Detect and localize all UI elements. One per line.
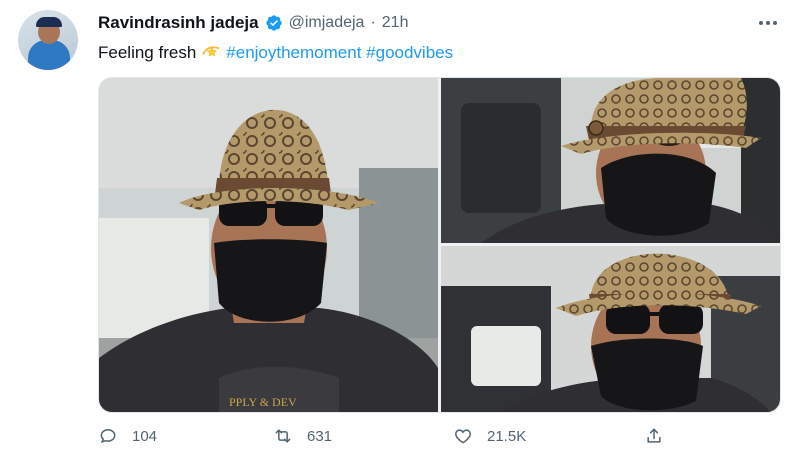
tweet-text-prefix: Feeling fresh (98, 43, 197, 62)
hashtag-enjoythemoment[interactable]: #enjoythemoment (226, 43, 361, 62)
reply-icon (100, 428, 116, 444)
share-icon (647, 428, 661, 443)
more-options-icon[interactable] (756, 12, 780, 34)
photo-2[interactable] (441, 78, 780, 243)
author-avatar[interactable] (18, 10, 78, 70)
more-dot (759, 21, 763, 25)
photo-3-image (441, 246, 780, 412)
like-button[interactable]: 21.5K (453, 426, 526, 446)
verified-badge-icon (265, 15, 282, 31)
retweet-icon (275, 429, 291, 443)
more-dot (773, 21, 777, 25)
avatar-cap (36, 17, 62, 27)
dizzy-emoji-icon (202, 46, 220, 57)
tweet-actions: 104 631 21.5K (98, 426, 698, 450)
author-handle[interactable]: @imjadeja (289, 14, 365, 32)
retweet-button[interactable]: 631 (273, 426, 332, 446)
like-count: 21.5K (487, 427, 527, 445)
svg-text:PPLY & DEV: PPLY & DEV (229, 395, 297, 409)
reply-button[interactable]: 104 (98, 426, 157, 446)
separator-dot: · (370, 14, 376, 31)
hashtag-goodvibes[interactable]: #goodvibes (366, 43, 453, 62)
reply-count: 104 (132, 427, 158, 445)
heart-icon (455, 429, 471, 444)
tweet-header: Ravindrasinh jadeja @imjadeja · 21h (98, 13, 408, 33)
tweet-text: Feeling fresh #enjoythemoment #goodvibes (98, 42, 453, 64)
photo-1-image: PPLY & DEV (99, 78, 438, 412)
photo-2-image (441, 78, 780, 243)
photo-3[interactable] (441, 246, 780, 412)
more-dot (766, 21, 770, 25)
avatar-jersey (28, 40, 70, 70)
tweet-timestamp[interactable]: 21h (382, 14, 409, 32)
share-button[interactable] (644, 426, 664, 446)
media-grid: PPLY & DEV (98, 77, 781, 413)
photo-1[interactable]: PPLY & DEV (99, 78, 438, 412)
retweet-count: 631 (307, 427, 333, 445)
author-name[interactable]: Ravindrasinh jadeja (98, 13, 259, 33)
